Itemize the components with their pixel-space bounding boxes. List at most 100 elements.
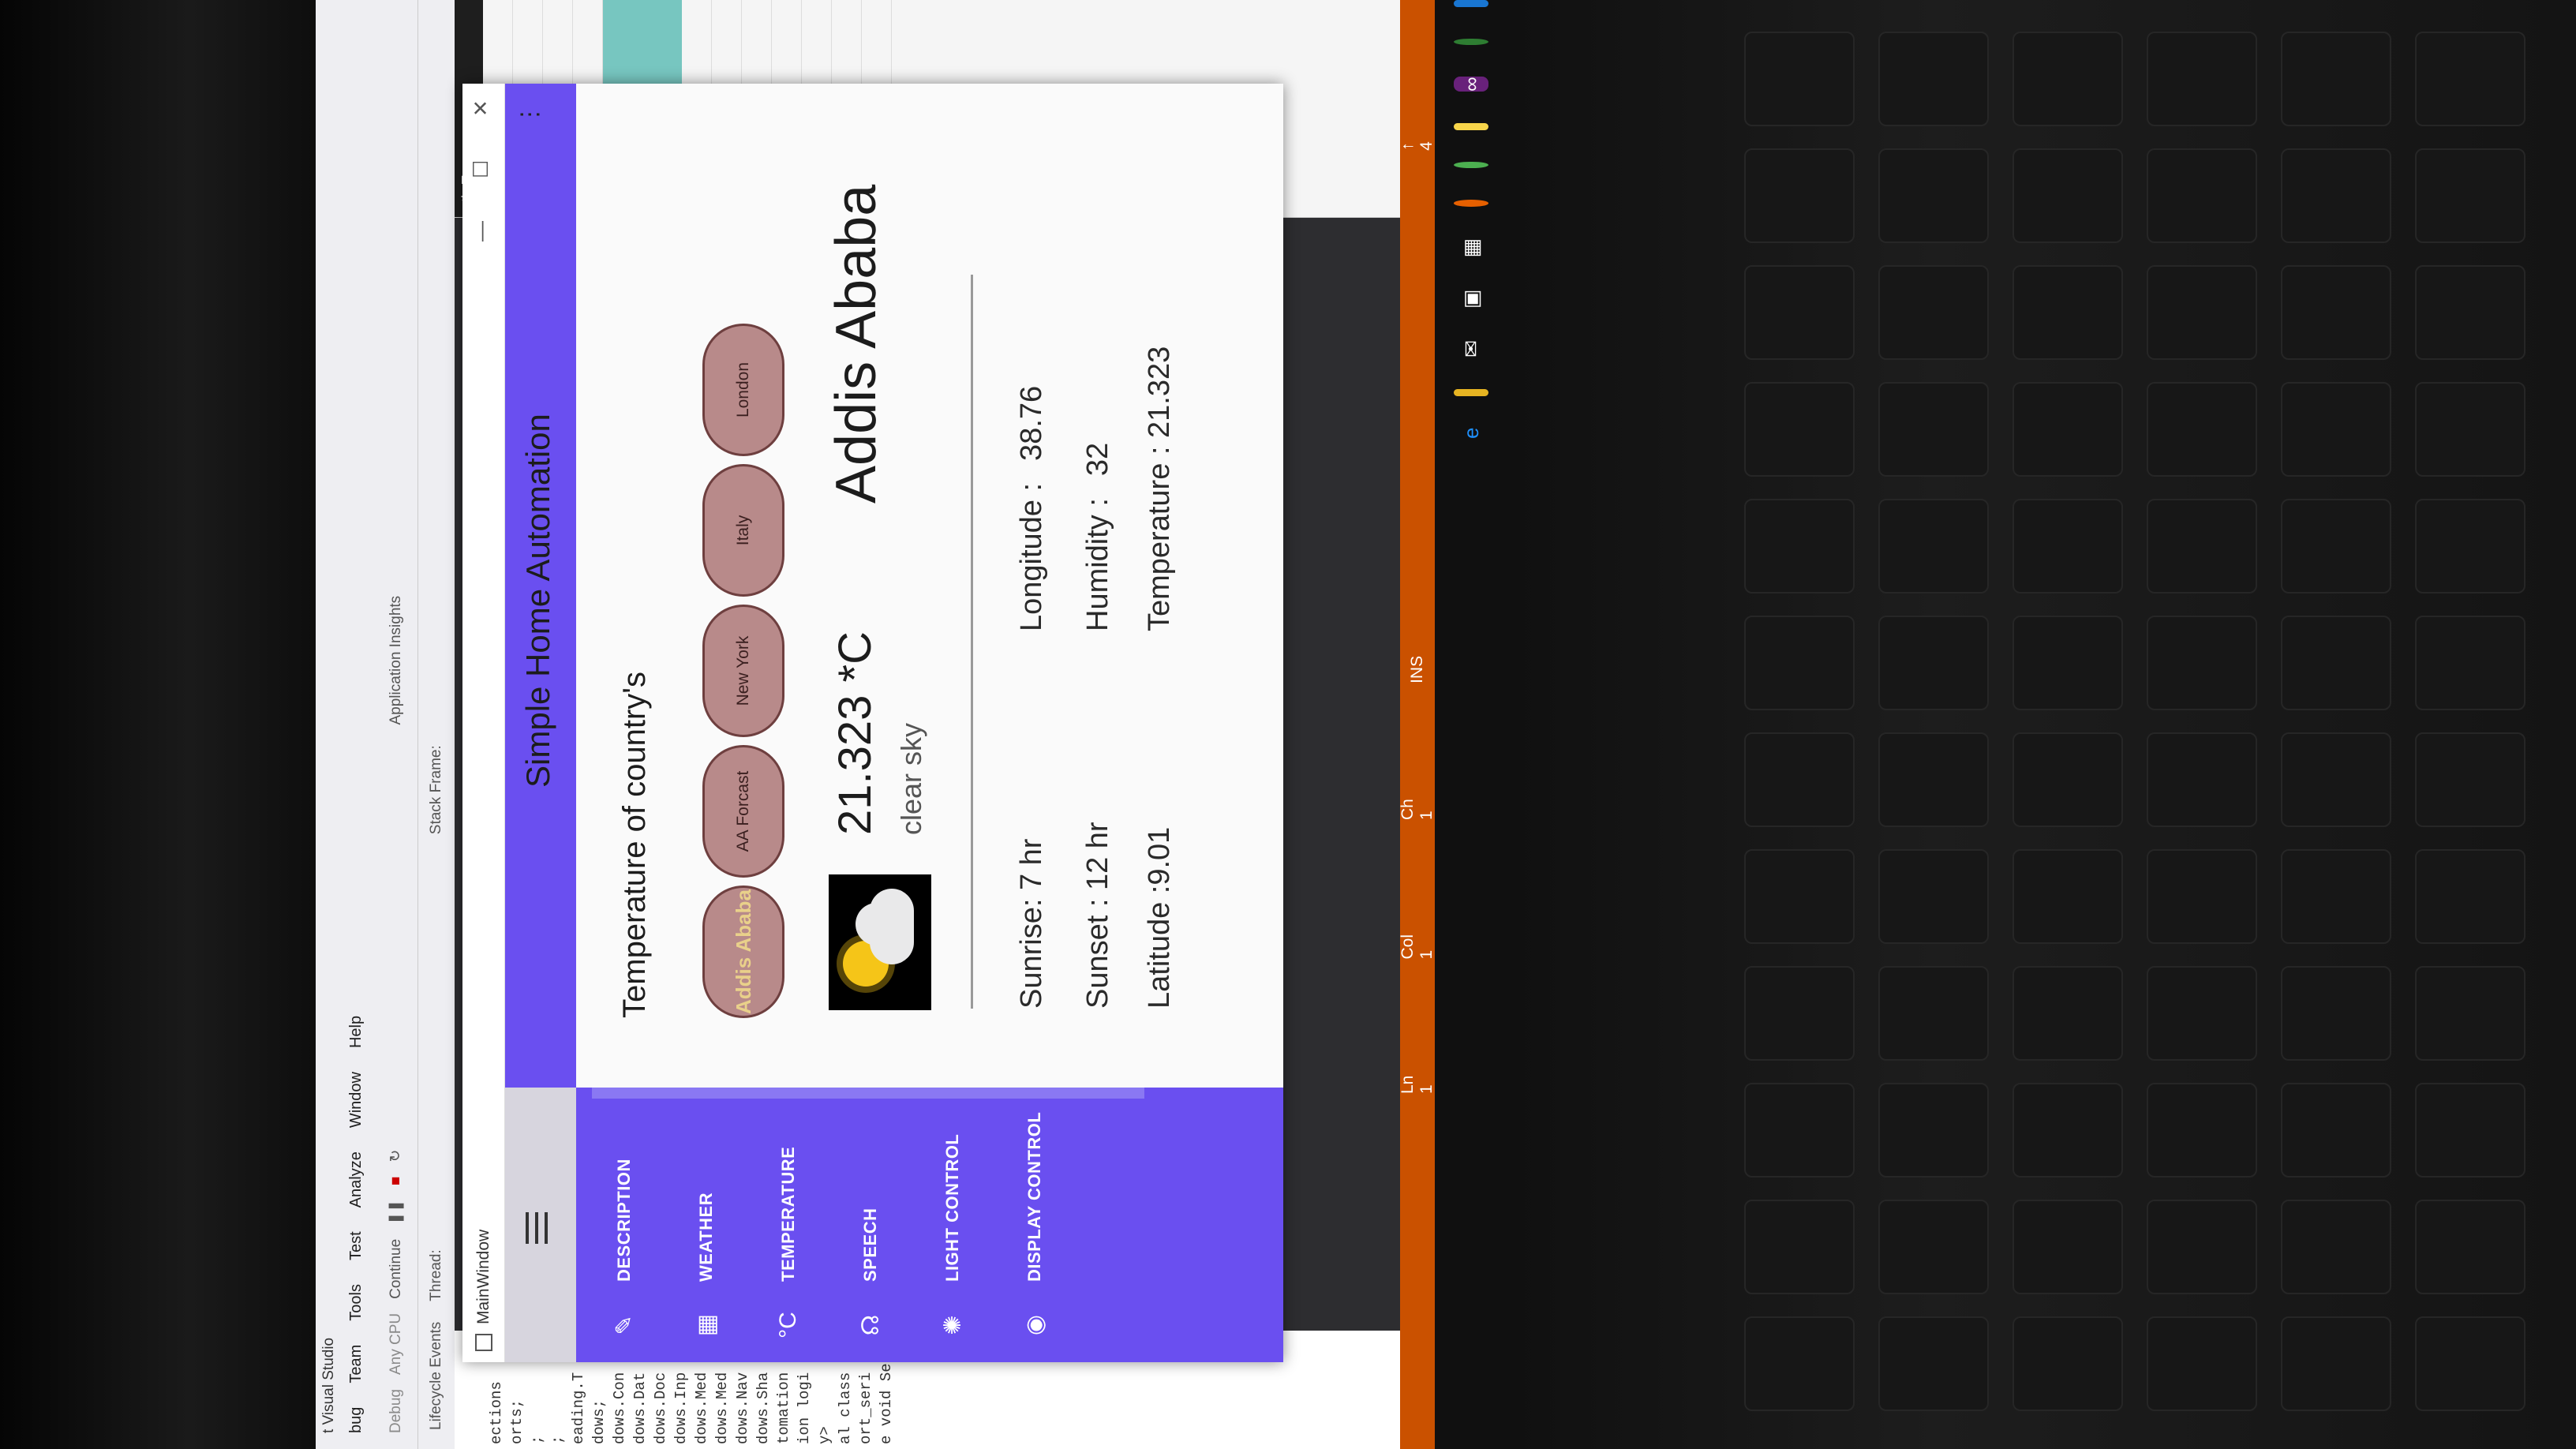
file-explorer-icon[interactable] (1454, 388, 1488, 396)
menu-debug[interactable]: bug (347, 1407, 369, 1433)
nav-temperature[interactable]: °C TEMPERATURE (748, 1088, 829, 1362)
window-app-icon[interactable] (1454, 0, 1488, 7)
speech-icon: ☊ (857, 1314, 884, 1336)
keyboard-key (2012, 1200, 2123, 1294)
app-title: Simple Home Automation (519, 414, 556, 788)
keyboard-key (2012, 499, 2123, 593)
platform-dropdown[interactable]: Any CPU (388, 1313, 405, 1375)
humidity-row: Humidity : 32 (1081, 443, 1115, 631)
keyboard-key (2012, 1316, 2123, 1411)
window-title-bar: MainWindow — ☐ ✕ (462, 84, 505, 1362)
keyboard-key (2147, 382, 2257, 477)
keyboard-key (2147, 966, 2257, 1061)
thread-label: Thread: (428, 1249, 444, 1301)
city-button-london[interactable]: London (702, 324, 784, 456)
store-icon[interactable]: ▣ (1454, 289, 1488, 309)
keyboard-key (2012, 148, 2123, 243)
more-options-icon[interactable]: ⋮ (517, 103, 543, 126)
keyboard-key (1878, 732, 1989, 827)
minimize-button[interactable]: — (469, 221, 493, 242)
status-ins: INS (1408, 655, 1426, 683)
continue-button[interactable]: Continue (388, 1239, 405, 1299)
stack-frame-label: Stack Frame: (428, 745, 444, 835)
mail-icon[interactable]: ✉ (1454, 340, 1488, 358)
humidity-label: Humidity : (1081, 498, 1114, 631)
nav-description[interactable]: ✎ DESCRIPTION (584, 1088, 665, 1362)
keyboard-key (2415, 1200, 2525, 1294)
nav-label: TEMPERATURE (778, 1146, 798, 1282)
vs-menu-bar: bug Team Tools Test Analyze Window Help (343, 0, 374, 1449)
weather-condition-icon (829, 874, 931, 1010)
weather-content: Temperature of country's Addis Ababa AA … (576, 84, 1283, 1088)
sticky-notes-icon[interactable] (1454, 122, 1488, 130)
menu-test[interactable]: Test (347, 1231, 369, 1260)
config-dropdown[interactable]: Debug (388, 1389, 405, 1433)
weather-description: clear sky (895, 722, 927, 835)
keyboard-key (1878, 32, 1989, 126)
status-ch: Ch 1 (1398, 799, 1436, 820)
debug-location-bar: Lifecycle Events Thread: Stack Frame: (418, 0, 455, 1449)
keyboard-key (2281, 265, 2391, 360)
app-insights-button[interactable]: Application Insights (388, 596, 405, 725)
firefox-icon[interactable] (1454, 200, 1488, 207)
visual-studio-icon[interactable]: ∞ (1454, 77, 1488, 92)
nav-drawer: ✎ DESCRIPTION ▦ WEATHER °C TEMPERATURE ☊… (505, 1088, 1283, 1362)
hamburger-icon[interactable] (526, 1212, 549, 1244)
keyboard-key (1744, 966, 1855, 1061)
keyboard-key (1878, 148, 1989, 243)
lifecycle-events-dropdown[interactable]: Lifecycle Events (428, 1322, 445, 1430)
menu-window[interactable]: Window (347, 1072, 369, 1128)
longitude-row: Longitude : 38.76 (1015, 386, 1049, 631)
keyboard-key (1744, 32, 1855, 126)
longitude-value: 38.76 (1015, 385, 1048, 461)
close-button[interactable]: ✕ (469, 99, 493, 117)
menu-team[interactable]: Team (347, 1345, 369, 1383)
pause-icon[interactable]: ❚❚ (387, 1200, 405, 1225)
edge-icon[interactable]: e (1454, 428, 1488, 439)
keyboard-key (2415, 382, 2525, 477)
city-button-aa-forcast[interactable]: AA Forcast (702, 745, 784, 878)
keyboard-key (1744, 732, 1855, 827)
city-button-italy[interactable]: Italy (702, 464, 784, 597)
menu-help[interactable]: Help (347, 1016, 369, 1048)
keyboard-key (2415, 732, 2525, 827)
city-button-addis-ababa[interactable]: Addis Ababa (702, 886, 784, 1018)
city-button-new-york[interactable]: New York (702, 605, 784, 737)
app-bar: Simple Home Automation ⋮ (505, 84, 576, 1088)
nav-weather[interactable]: ▦ WEATHER (666, 1088, 747, 1362)
keyboard-key (2281, 1200, 2391, 1294)
divider (971, 275, 973, 1009)
cloud-icon (870, 889, 914, 964)
keyboard-key (1878, 849, 1989, 944)
rotated-desktop: t Visual Studio bug Team Tools Test Anal… (316, 0, 1507, 1449)
keyboard-key (1744, 499, 1855, 593)
menu-tools[interactable]: Tools (347, 1284, 369, 1321)
stop-icon[interactable]: ■ (388, 1176, 405, 1185)
keyboard-key (2281, 1083, 2391, 1178)
keyboard-key (1878, 499, 1989, 593)
keyboard-key (2281, 148, 2391, 243)
keyboard-key (2012, 265, 2123, 360)
grid-icon: ▦ (693, 1313, 720, 1337)
keyboard-key (2147, 148, 2257, 243)
keyboard-key (1744, 1316, 1855, 1411)
nav-speech[interactable]: ☊ SPEECH (830, 1088, 911, 1362)
maximize-button[interactable]: ☐ (469, 160, 493, 178)
sunrise-text: Sunrise: 7 hr (1015, 838, 1048, 1009)
keyboard-key (1878, 616, 1989, 710)
app-icon[interactable] (1454, 38, 1488, 46)
chrome-icon[interactable] (1454, 161, 1488, 169)
keyboard-key (2012, 616, 2123, 710)
keyboard-key (2415, 1083, 2525, 1178)
keyboard-key (1878, 1316, 1989, 1411)
keyboard-key (2281, 966, 2391, 1061)
status-ln: Ln 1 (1398, 1075, 1436, 1094)
section-title: Temperature of country's (617, 672, 652, 1018)
nav-label: WEATHER (696, 1192, 716, 1282)
keyboard (1507, 0, 2576, 1449)
nav-light-control[interactable]: ✺ LIGHT CONTROL (912, 1088, 993, 1362)
nav-display-control[interactable]: ◉ DISPLAY CONTROL (994, 1088, 1075, 1362)
calculator-icon[interactable]: ▦ (1454, 238, 1488, 258)
restart-icon[interactable]: ↻ (387, 1150, 405, 1163)
menu-analyze[interactable]: Analyze (347, 1151, 369, 1208)
